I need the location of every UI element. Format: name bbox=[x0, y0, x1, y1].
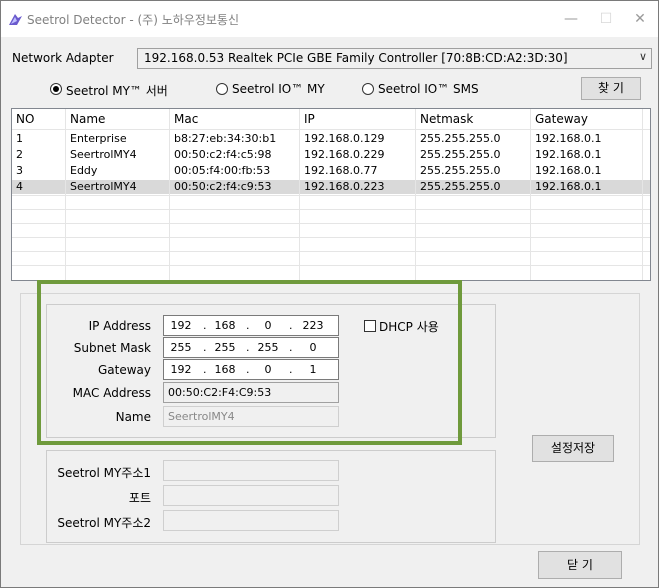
column-header-name[interactable]: Name bbox=[70, 112, 105, 126]
cell-name: Eddy bbox=[70, 164, 98, 177]
radio-seetrol-io-sms[interactable] bbox=[362, 83, 374, 95]
radio-seetrol-my-server[interactable] bbox=[50, 83, 62, 95]
cell-name: Enterprise bbox=[70, 132, 127, 145]
cell-netmask: 255.255.255.0 bbox=[420, 164, 501, 177]
cell-gateway: 192.168.0.1 bbox=[535, 132, 602, 145]
cell-gateway: 192.168.0.1 bbox=[535, 180, 602, 193]
cell-ip: 192.168.0.129 bbox=[304, 132, 385, 145]
network-adapter-value: 192.168.0.53 Realtek PCIe GBE Family Con… bbox=[144, 51, 568, 65]
network-adapter-select[interactable]: 192.168.0.53 Realtek PCIe GBE Family Con… bbox=[137, 48, 652, 69]
radio-seetrol-my-server-label: Seetrol MY™ 서버 bbox=[66, 84, 168, 98]
save-settings-button[interactable]: 설정저장 bbox=[532, 435, 614, 462]
app-window: Seetrol Detector - (주) 노하우정보통신 — ☐ ✕ Net… bbox=[0, 0, 659, 588]
cell-mac: 00:05:f4:00:fb:53 bbox=[174, 164, 271, 177]
server-address1-label: Seetrol MY주소1 bbox=[57, 466, 151, 480]
radio-seetrol-io-my-label: Seetrol IO™ MY bbox=[232, 82, 325, 96]
column-header-mac[interactable]: Mac bbox=[174, 112, 198, 126]
radio-seetrol-io-sms-label: Seetrol IO™ SMS bbox=[378, 82, 479, 96]
cell-no: 1 bbox=[16, 132, 23, 145]
window-title: Seetrol Detector - (주) 노하우정보통신 bbox=[27, 13, 239, 27]
app-icon bbox=[9, 14, 22, 25]
cell-no: 3 bbox=[16, 164, 23, 177]
cell-netmask: 255.255.255.0 bbox=[420, 132, 501, 145]
cell-mac: 00:50:c2:f4:c5:98 bbox=[174, 148, 272, 161]
close-button[interactable]: 닫 기 bbox=[538, 551, 622, 579]
cell-ip: 192.168.0.223 bbox=[304, 180, 385, 193]
search-button[interactable]: 찾 기 bbox=[581, 77, 641, 100]
port-field[interactable] bbox=[163, 485, 339, 506]
cell-ip: 192.168.0.229 bbox=[304, 148, 385, 161]
chevron-down-icon: ∨ bbox=[638, 50, 647, 63]
cell-name: SeertrolMY4 bbox=[70, 180, 137, 193]
cell-gateway: 192.168.0.1 bbox=[535, 164, 602, 177]
cell-gateway: 192.168.0.1 bbox=[535, 148, 602, 161]
title-bar: Seetrol Detector - (주) 노하우정보통신 — ☐ ✕ bbox=[1, 1, 658, 37]
device-list[interactable]: NO Name Mac IP Netmask Gateway 1 Enterpr… bbox=[11, 108, 651, 281]
server-address2-label: Seetrol MY주소2 bbox=[57, 516, 151, 530]
network-adapter-label: Network Adapter bbox=[12, 51, 114, 65]
maximize-button[interactable]: ☐ bbox=[591, 7, 621, 31]
column-header-no[interactable]: NO bbox=[16, 112, 34, 126]
radio-seetrol-io-my[interactable] bbox=[216, 83, 228, 95]
port-label: 포트 bbox=[128, 491, 151, 505]
column-header-netmask[interactable]: Netmask bbox=[420, 112, 473, 126]
cell-ip: 192.168.0.77 bbox=[304, 164, 378, 177]
column-header-gateway[interactable]: Gateway bbox=[535, 112, 588, 126]
cell-name: SeertrolMY4 bbox=[70, 148, 137, 161]
cell-no: 2 bbox=[16, 148, 23, 161]
column-header-ip[interactable]: IP bbox=[304, 112, 315, 126]
server-address2-field[interactable] bbox=[163, 510, 339, 531]
cell-mac: 00:50:c2:f4:c9:53 bbox=[174, 180, 272, 193]
cell-no: 4 bbox=[16, 180, 23, 193]
cell-netmask: 255.255.255.0 bbox=[420, 148, 501, 161]
highlight-frame bbox=[37, 280, 462, 445]
server-address1-field[interactable] bbox=[163, 460, 339, 481]
close-window-button[interactable]: ✕ bbox=[625, 7, 655, 31]
cell-mac: b8:27:eb:34:30:b1 bbox=[174, 132, 277, 145]
minimize-button[interactable]: — bbox=[556, 7, 586, 31]
cell-netmask: 255.255.255.0 bbox=[420, 180, 501, 193]
